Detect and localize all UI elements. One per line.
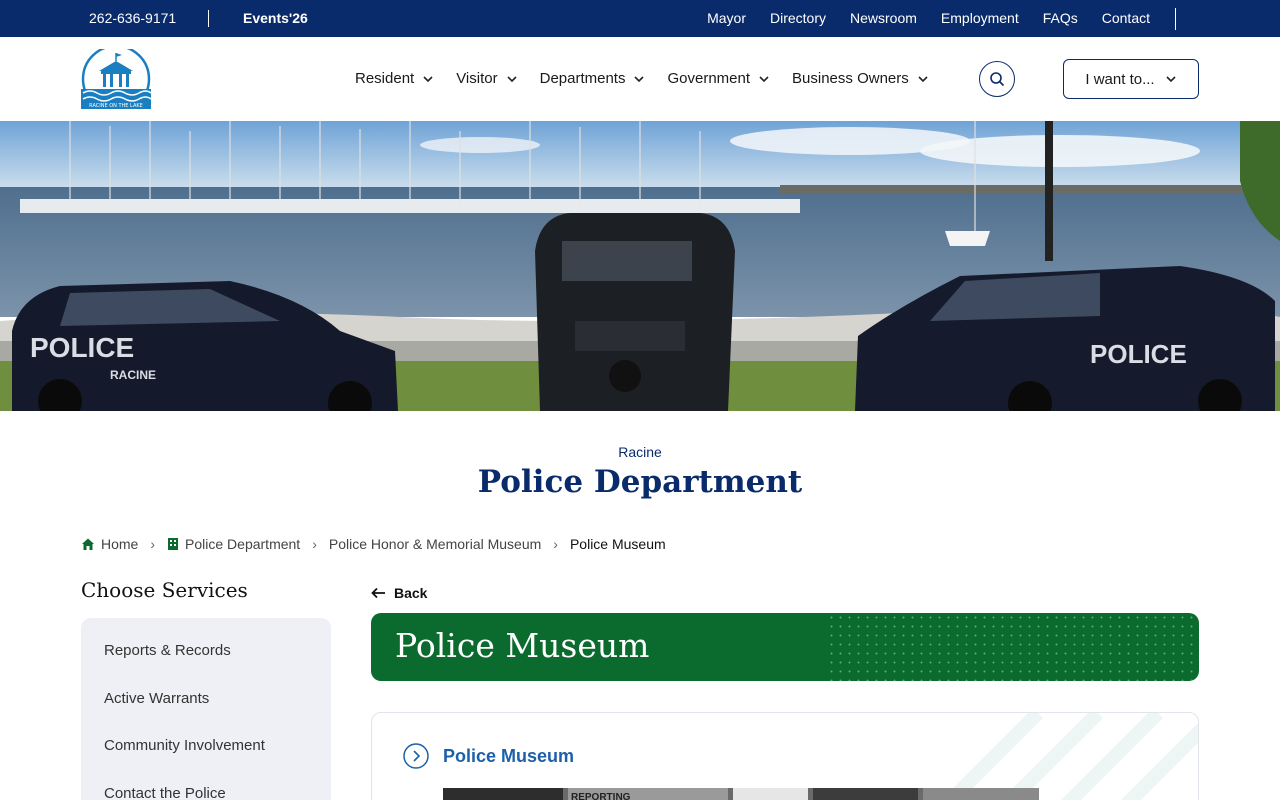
- events-link[interactable]: Events'26: [243, 10, 308, 26]
- services-sidebar: Reports & Records Active Warrants Commun…: [81, 618, 331, 800]
- building-icon: [168, 538, 179, 550]
- chevron-down-icon: [423, 75, 433, 82]
- museum-photo: REPORTING: [443, 788, 1039, 800]
- nav-label: Resident: [355, 70, 415, 87]
- utility-links: Mayor Directory Newsroom Employment FAQs…: [707, 10, 1150, 26]
- divider: [208, 10, 209, 27]
- breadcrumb-label: Home: [101, 536, 139, 552]
- search-button[interactable]: [979, 61, 1015, 97]
- search-icon: [990, 72, 1005, 87]
- home-icon: [82, 538, 94, 550]
- i-want-to-label: I want to...: [1085, 70, 1155, 88]
- chevron-right-icon: ›: [150, 536, 156, 552]
- chevron-right-icon: ›: [312, 536, 317, 552]
- armored-vehicle: [535, 213, 735, 411]
- site-header: RACINE ON THE LAKE Resident Visitor Depa…: [0, 37, 1280, 121]
- content-card: Police Museum REPORTING: [371, 712, 1199, 800]
- utility-link-faqs[interactable]: FAQs: [1043, 10, 1078, 26]
- i-want-to-dropdown[interactable]: I want to...: [1063, 59, 1199, 99]
- hero-image: POLICE RACINE POLICE: [0, 121, 1280, 411]
- nav-resident[interactable]: Resident: [355, 70, 434, 87]
- chevron-down-icon: [1166, 76, 1176, 83]
- arrow-left-icon: [371, 587, 385, 599]
- nav-label: Government: [667, 70, 751, 87]
- hero-photo: POLICE RACINE POLICE: [0, 121, 1280, 411]
- chevron-down-icon: [634, 75, 645, 82]
- breadcrumb: Home › Police Department › Police Honor …: [81, 536, 666, 552]
- breadcrumb-label: Police Museum: [569, 536, 666, 552]
- breadcrumb-home[interactable]: Home: [81, 536, 138, 552]
- nav-government[interactable]: Government: [667, 70, 770, 87]
- logo-emblem: RACINE ON THE LAKE: [81, 44, 152, 114]
- vehicle-text: POLICE: [1090, 339, 1187, 369]
- nav-visitor[interactable]: Visitor: [456, 70, 517, 87]
- divider: [1175, 8, 1176, 30]
- dot-pattern: [827, 613, 1199, 681]
- vehicle-sub: RACINE: [110, 368, 156, 382]
- sidebar-title: Choose Services: [81, 578, 248, 602]
- nav-label: Visitor: [456, 70, 498, 87]
- chevron-circle-icon: [403, 743, 429, 769]
- photo-sign-text: REPORTING: [571, 792, 631, 800]
- stripe-decoration: [941, 713, 1198, 800]
- breadcrumb-current: Police Museum: [570, 536, 666, 552]
- utility-bar: 262-636-9171 Events'26 Mayor Directory N…: [0, 0, 1280, 37]
- site-logo[interactable]: RACINE ON THE LAKE: [81, 44, 152, 114]
- page-banner: Police Museum: [371, 613, 1199, 681]
- breadcrumb-police-department[interactable]: Police Department: [167, 536, 300, 552]
- main-nav: Resident Visitor Departments Government …: [355, 70, 929, 87]
- sidebar-item-contact-police[interactable]: Contact the Police: [81, 785, 331, 800]
- chevron-down-icon: [759, 75, 769, 82]
- phone-link[interactable]: 262-636-9171: [89, 10, 176, 26]
- breadcrumb-memorial-museum[interactable]: Police Honor & Memorial Museum: [329, 536, 541, 552]
- breadcrumb-label: Police Department: [185, 536, 301, 552]
- chevron-right-icon: ›: [553, 536, 558, 552]
- utility-link-newsroom[interactable]: Newsroom: [850, 10, 917, 26]
- utility-link-employment[interactable]: Employment: [941, 10, 1019, 26]
- utility-link-directory[interactable]: Directory: [770, 10, 826, 26]
- accordion-header[interactable]: Police Museum: [403, 743, 574, 769]
- breadcrumb-label: Police Honor & Memorial Museum: [328, 536, 542, 552]
- nav-label: Departments: [539, 70, 626, 87]
- nav-departments[interactable]: Departments: [540, 70, 646, 87]
- museum-photo-image: REPORTING: [443, 788, 1039, 800]
- logo-text: RACINE ON THE LAKE: [89, 103, 143, 109]
- nav-label: Business Owners: [792, 70, 909, 87]
- chevron-down-icon: [507, 75, 517, 82]
- vehicle-text: POLICE: [30, 332, 134, 363]
- back-link[interactable]: Back: [371, 585, 427, 601]
- utility-link-mayor[interactable]: Mayor: [707, 10, 746, 26]
- nav-business-owners[interactable]: Business Owners: [792, 70, 929, 87]
- sidebar-item-reports-records[interactable]: Reports & Records: [81, 642, 331, 690]
- page-eyebrow: Racine: [618, 444, 662, 460]
- back-label: Back: [394, 585, 428, 601]
- sidebar-item-community-involvement[interactable]: Community Involvement: [81, 737, 331, 785]
- page-title: Police Department: [477, 464, 803, 500]
- banner-title: Police Museum: [395, 626, 650, 665]
- sidebar-item-active-warrants[interactable]: Active Warrants: [81, 690, 331, 738]
- card-title: Police Museum: [443, 745, 575, 766]
- chevron-down-icon: [918, 75, 928, 82]
- utility-link-contact[interactable]: Contact: [1102, 10, 1150, 26]
